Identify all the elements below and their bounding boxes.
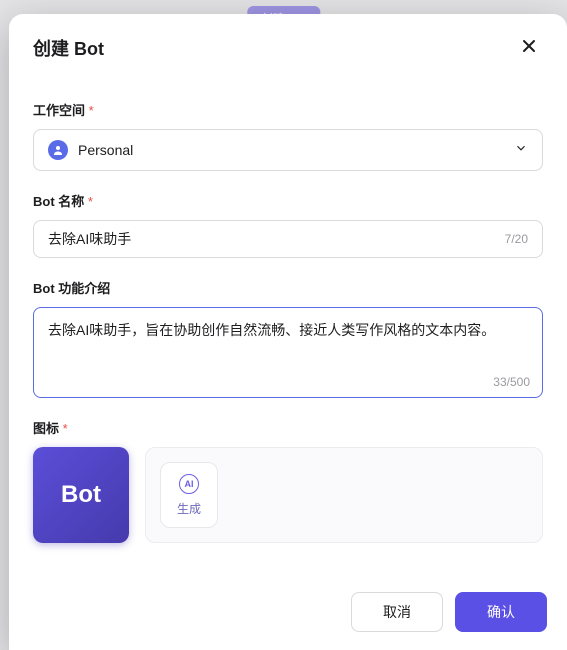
generate-panel: AI 生成 (145, 447, 543, 543)
modal-title: 创建 Bot (33, 35, 104, 61)
icon-label: 图标 (33, 418, 543, 437)
icon-preview[interactable]: Bot (33, 447, 129, 543)
bot-name-input[interactable] (48, 231, 505, 247)
bot-desc-field: Bot 功能介绍 33/500 (33, 278, 543, 398)
close-icon (521, 37, 537, 59)
workspace-label: 工作空间 (33, 100, 543, 119)
generate-label: 生成 (177, 500, 201, 517)
icon-row: Bot AI 生成 (33, 447, 543, 543)
modal-body: 工作空间 Personal Bot 名称 7/20 Bot 功能介绍 (9, 74, 567, 576)
modal-header: 创建 Bot (9, 14, 567, 74)
bot-name-input-wrap: 7/20 (33, 220, 543, 258)
workspace-selected: Personal (78, 142, 504, 158)
create-bot-modal: 创建 Bot 工作空间 Personal Bot 名称 (9, 14, 567, 650)
bot-name-label: Bot 名称 (33, 191, 543, 210)
bot-name-field: Bot 名称 7/20 (33, 191, 543, 258)
modal-footer: 取消 确认 (9, 576, 567, 650)
icon-preview-text: Bot (61, 481, 101, 509)
bot-desc-textarea-wrap: 33/500 (33, 307, 543, 398)
close-button[interactable] (515, 32, 543, 64)
bot-desc-textarea[interactable] (48, 320, 528, 364)
ai-icon: AI (179, 474, 199, 494)
bot-name-counter: 7/20 (505, 232, 528, 246)
chevron-down-icon (514, 141, 528, 160)
bot-desc-counter: 33/500 (493, 375, 530, 389)
user-icon (48, 140, 68, 160)
cancel-button[interactable]: 取消 (351, 592, 443, 632)
icon-field: 图标 Bot AI 生成 (33, 418, 543, 543)
workspace-select[interactable]: Personal (33, 129, 543, 171)
bot-desc-label: Bot 功能介绍 (33, 278, 543, 297)
confirm-button[interactable]: 确认 (455, 592, 547, 632)
generate-button[interactable]: AI 生成 (160, 462, 218, 528)
workspace-field: 工作空间 Personal (33, 100, 543, 171)
